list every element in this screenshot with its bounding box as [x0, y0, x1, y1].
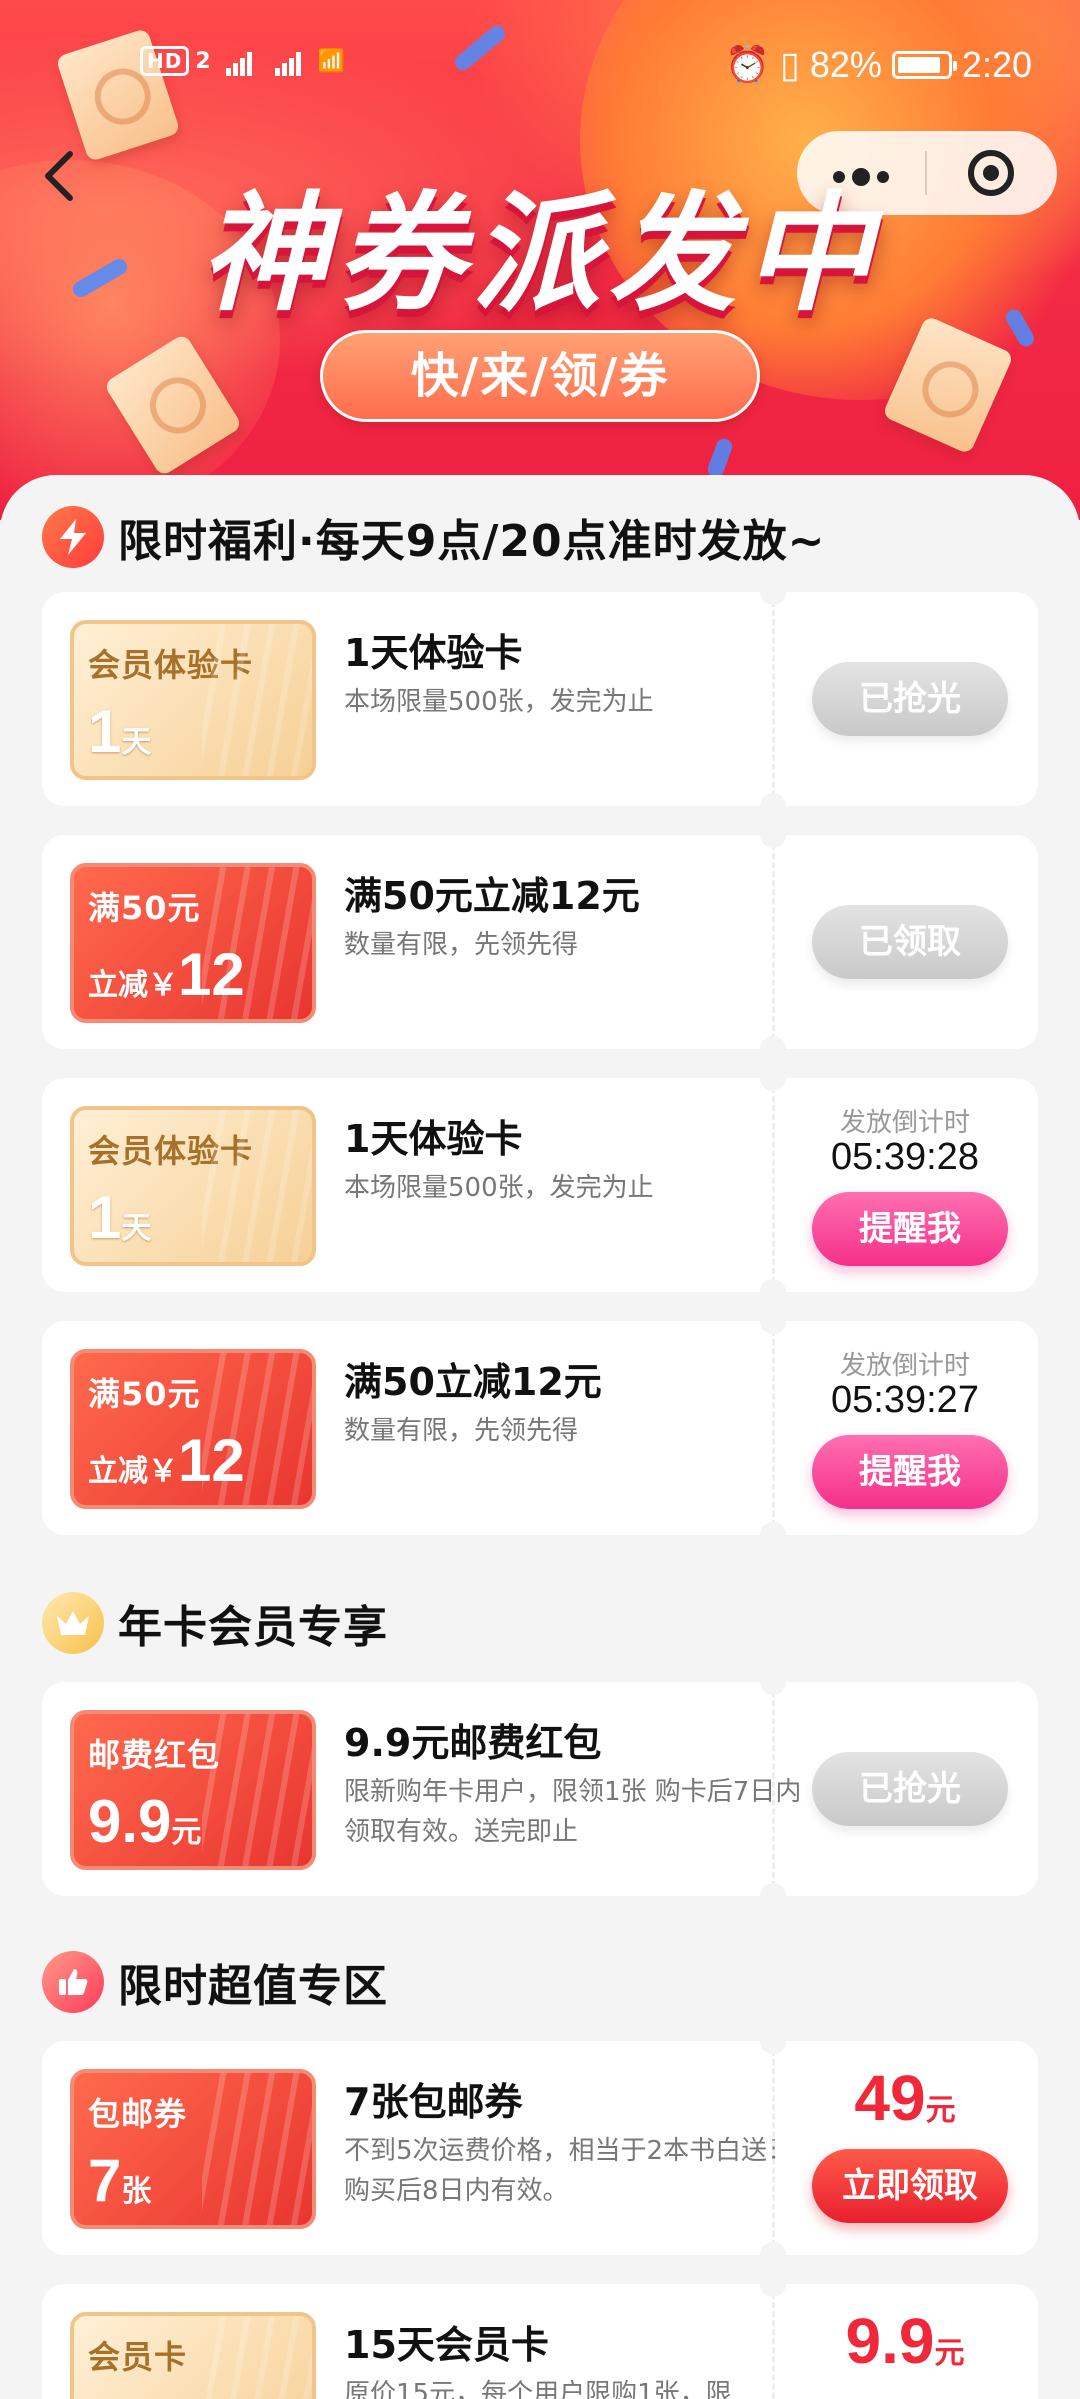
coupon-ticket: 满50元 立减￥12: [70, 863, 316, 1023]
coupon-desc: 不到5次运费价格，相当于2本书白送！购买后8日内有效。: [344, 2136, 794, 2206]
coupon-desc: 数量有限，先领先得: [344, 1416, 579, 1446]
coupon-desc: 原价15元，每个用户限购1张，限: [344, 2379, 732, 2399]
alarm-icon: ⏰: [725, 44, 771, 85]
banner: HD 2 📶 ⏰ ▯ 82% 2:20 神券派发中 快/来/领/券: [0, 0, 1080, 520]
coupon-title: 1天体验卡: [344, 631, 523, 675]
coupon-card: 满50元 立减￥12 满50元立减12元 数量有限，先领先得 已领取: [42, 822, 1038, 1062]
coupon-title: 9.9元邮费红包: [344, 1721, 602, 1765]
thumbs-up-icon: [42, 1951, 104, 2013]
countdown-label: 发放倒计时: [839, 1108, 970, 1138]
coupon-desc: 本场限量500张，发完为止: [344, 687, 654, 717]
coupon-desc: 数量有限，先领先得: [344, 930, 579, 960]
ticket-label: 会员体验卡: [88, 1132, 254, 1170]
price-tag: 9.9元: [845, 2305, 965, 2377]
ticket-value: 9.9元: [88, 1788, 202, 1855]
sold-out-button[interactable]: 已抢光: [812, 1752, 1008, 1826]
remind-me-button[interactable]: 提醒我: [812, 1192, 1008, 1266]
countdown-timer: 05:39:27: [831, 1379, 979, 1421]
coupon-ticket: 邮费红包 9.9元: [70, 1710, 316, 1870]
section-header-value: 限时超值专区: [42, 1950, 388, 2014]
battery-icon: [891, 51, 957, 79]
coupon-ticket: 包邮券 7张: [70, 2069, 316, 2229]
coupon-desc: 限新购年卡用户，限领1张 购卡后7日内领取有效。送完即止: [344, 1777, 802, 1847]
coupon-card: 会员体验卡 1天 1天体验卡 本场限量500张，发完为止 发放倒计时 05:39…: [42, 1065, 1038, 1305]
sold-out-button[interactable]: 已抢光: [812, 662, 1008, 736]
coupon-ticket: 会员体验卡 1天: [70, 1106, 316, 1266]
coupon-desc: 本场限量500张，发完为止: [344, 1173, 654, 1203]
coupon-ticket: 会员卡: [70, 2312, 316, 2399]
status-right: ⏰ ▯ 82% 2:20: [725, 44, 1032, 86]
section-header-annual: 年卡会员专享: [42, 1591, 388, 1655]
claimed-button[interactable]: 已领取: [812, 905, 1008, 979]
wifi-icon: 📶: [317, 49, 347, 74]
coupon-ticket: 满50元 立减￥12: [70, 1349, 316, 1509]
ticket-value: 7张: [88, 2147, 152, 2214]
coupon-title: 1天体验卡: [344, 1117, 523, 1161]
price-tag: 49元: [854, 2062, 956, 2134]
section-title: 年卡会员专享: [118, 1602, 388, 1653]
ticket-divider: [772, 835, 775, 1049]
network-indicators: HD 2 📶: [140, 46, 346, 76]
signal-3g-icon: [226, 51, 254, 76]
coupon-title: 7张包邮券: [344, 2080, 523, 2124]
banner-subtitle: 快/来/领/券: [320, 330, 760, 422]
ticket-divider: [772, 1682, 775, 1896]
coupon-title: 满50元立减12元: [344, 874, 640, 918]
banner-title: 神券派发中: [199, 180, 880, 329]
remind-me-button[interactable]: 提醒我: [812, 1435, 1008, 1509]
coupon-title: 15天会员卡: [344, 2323, 549, 2367]
hd-icon: HD: [140, 46, 190, 76]
clock: 2:20: [961, 44, 1032, 85]
ticket-label: 满50元: [88, 1375, 201, 1413]
ticket-label: 会员卡: [88, 2338, 188, 2376]
section-header-limited: 限时福利·每天9点/20点准时发放~: [42, 505, 826, 569]
ticket-label: 会员体验卡: [88, 646, 254, 684]
crown-icon: [42, 1592, 104, 1654]
ticket-value: 立减￥12: [88, 1427, 245, 1494]
section-title: 限时福利·每天9点/20点准时发放~: [118, 516, 826, 567]
lightning-icon: [42, 506, 104, 568]
status-bar: HD 2 📶 ⏰ ▯ 82% 2:20: [0, 0, 1080, 130]
coupon-card: 会员体验卡 1天 1天体验卡 本场限量500张，发完为止 已抢光: [42, 579, 1038, 819]
coupon-card: 包邮券 7张 7张包邮券 不到5次运费价格，相当于2本书白送！购买后8日内有效。…: [42, 2028, 1038, 2268]
ribbon-decoration: [705, 436, 735, 480]
ticket-label: 满50元: [88, 889, 201, 927]
countdown-timer: 05:39:28: [831, 1136, 979, 1178]
ticket-label: 邮费红包: [88, 1736, 221, 1774]
coupon-card: 满50元 立减￥12 满50立减12元 数量有限，先领先得 发放倒计时 05:3…: [42, 1308, 1038, 1548]
ticket-value: 立减￥12: [88, 941, 245, 1008]
ticket-value: 1天: [88, 698, 152, 765]
coupon-title: 满50立减12元: [344, 1360, 602, 1404]
coupon-card: 邮费红包 9.9元 9.9元邮费红包 限新购年卡用户，限领1张 购卡后7日内领取…: [42, 1669, 1038, 1909]
sim-2-icon: 2: [195, 49, 212, 74]
coupon-content: 限时福利·每天9点/20点准时发放~ 会员体验卡 1天 1天体验卡 本场限量50…: [0, 475, 1080, 2399]
vibrate-icon: ▯: [780, 44, 800, 85]
section-title: 限时超值专区: [118, 1961, 388, 2012]
ticket-divider: [772, 592, 775, 806]
coupon-ticket: 会员体验卡 1天: [70, 620, 316, 780]
ticket-value: 1天: [88, 1184, 152, 1251]
ticket-label: 包邮券: [88, 2095, 188, 2133]
coupon-card: 会员卡 15天会员卡 原价15元，每个用户限购1张，限 9.9元: [42, 2271, 1038, 2399]
countdown-label: 发放倒计时: [839, 1351, 970, 1381]
battery-percent: 82%: [809, 44, 882, 85]
signal-4g-icon: [275, 51, 303, 76]
claim-now-button[interactable]: 立即领取: [812, 2149, 1008, 2223]
